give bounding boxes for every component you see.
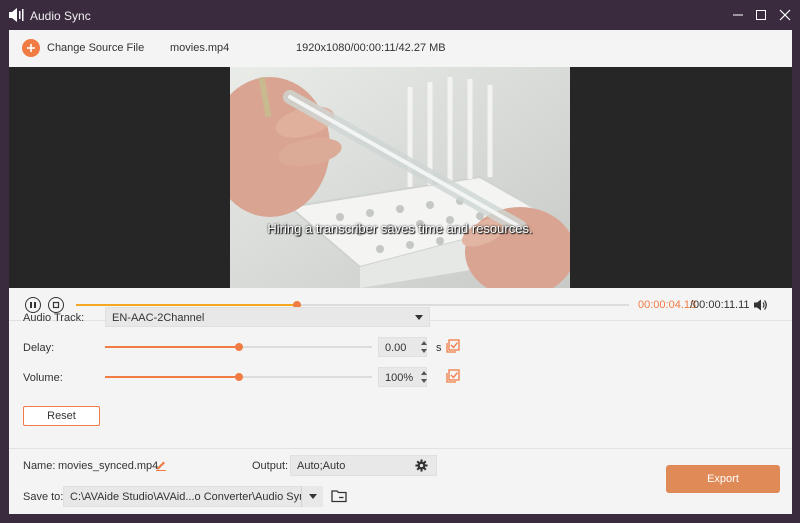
volume-stepper[interactable] <box>419 367 429 387</box>
chevron-down-icon <box>415 315 423 320</box>
source-file-name: movies.mp4 <box>170 42 230 54</box>
delay-label: Delay: <box>23 342 55 354</box>
output-format-field[interactable]: Auto;Auto <box>290 455 437 476</box>
pause-icon <box>30 302 36 308</box>
output-bar: Name: movies_synced.mp4 Output: Auto;Aut… <box>9 448 792 514</box>
pause-button[interactable] <box>25 297 41 313</box>
window-title: Audio Sync <box>30 9 91 23</box>
increment-icon[interactable] <box>421 341 427 345</box>
output-format-value: Auto;Auto <box>297 460 346 472</box>
export-button[interactable]: Export <box>666 465 780 493</box>
playback-progress-fill <box>76 304 298 306</box>
close-icon <box>779 9 791 21</box>
save-path-value: C:\AVAide Studio\AVAid...o Converter\Aud… <box>70 491 311 503</box>
decrement-icon[interactable] <box>421 379 427 383</box>
title-bar: Audio Sync <box>0 0 800 30</box>
apply-volume-icon[interactable] <box>446 369 460 383</box>
increment-icon[interactable] <box>421 371 427 375</box>
video-preview-area: Hiring a transcriber saves time and reso… <box>9 67 792 288</box>
reset-button[interactable]: Reset <box>23 406 100 426</box>
save-path-dropdown[interactable] <box>301 486 323 507</box>
delay-slider[interactable] <box>105 343 372 351</box>
total-time: /00:00:11.11 <box>690 299 750 311</box>
audio-track-label: Audio Track: <box>23 312 85 324</box>
maximize-icon <box>756 10 766 20</box>
volume-icon[interactable] <box>754 298 768 312</box>
audio-track-value: EN-AAC-2Channel <box>112 312 205 324</box>
save-to-label: Save to: <box>23 491 64 503</box>
gear-icon[interactable] <box>415 459 428 472</box>
close-button[interactable] <box>775 6 795 24</box>
apply-delay-icon[interactable] <box>446 339 460 353</box>
save-path-field[interactable]: C:\AVAide Studio\AVAid...o Converter\Aud… <box>63 486 323 507</box>
volume-slider[interactable] <box>105 373 372 381</box>
playback-progress-bar[interactable] <box>76 301 629 309</box>
stop-button[interactable] <box>48 297 64 313</box>
audio-sync-panel: Change Source File movies.mp4 1920x1080/… <box>9 30 792 514</box>
delay-slider-fill <box>105 346 239 348</box>
current-time: 00:00:04.13 <box>638 299 697 311</box>
edit-icon[interactable] <box>155 459 167 471</box>
volume-label: Volume: <box>23 372 63 384</box>
audio-sync-app-icon <box>9 8 24 22</box>
delay-slider-handle[interactable] <box>234 343 243 351</box>
volume-value: 100% <box>385 372 414 384</box>
maximize-button[interactable] <box>751 6 771 24</box>
open-folder-icon[interactable] <box>331 489 347 503</box>
video-subtitle: Hiring a transcriber saves time and reso… <box>267 221 533 236</box>
source-bar: Change Source File movies.mp4 1920x1080/… <box>9 30 792 67</box>
delay-unit: s <box>436 342 442 354</box>
delay-stepper[interactable] <box>419 337 429 357</box>
decrement-icon[interactable] <box>421 349 427 353</box>
stop-icon <box>52 301 60 309</box>
delay-value: 0.00 <box>385 342 407 354</box>
minimize-icon <box>733 14 743 16</box>
source-file-info: 1920x1080/00:00:11/42.27 MB <box>296 42 446 54</box>
name-label: Name: <box>23 460 56 472</box>
change-source-label[interactable]: Change Source File <box>47 42 144 54</box>
video-frame: Hiring a transcriber saves time and reso… <box>230 67 570 288</box>
chevron-down-icon <box>309 494 317 499</box>
plus-icon <box>27 44 35 52</box>
change-source-button[interactable] <box>22 39 40 57</box>
minimize-button[interactable] <box>728 6 748 24</box>
output-label: Output: <box>252 460 289 472</box>
output-file-name: movies_synced.mp4 <box>58 460 159 472</box>
audio-track-select[interactable]: EN-AAC-2Channel <box>105 307 430 327</box>
volume-slider-handle[interactable] <box>234 373 243 381</box>
video-frame-image <box>230 67 570 288</box>
volume-slider-fill <box>105 376 239 378</box>
